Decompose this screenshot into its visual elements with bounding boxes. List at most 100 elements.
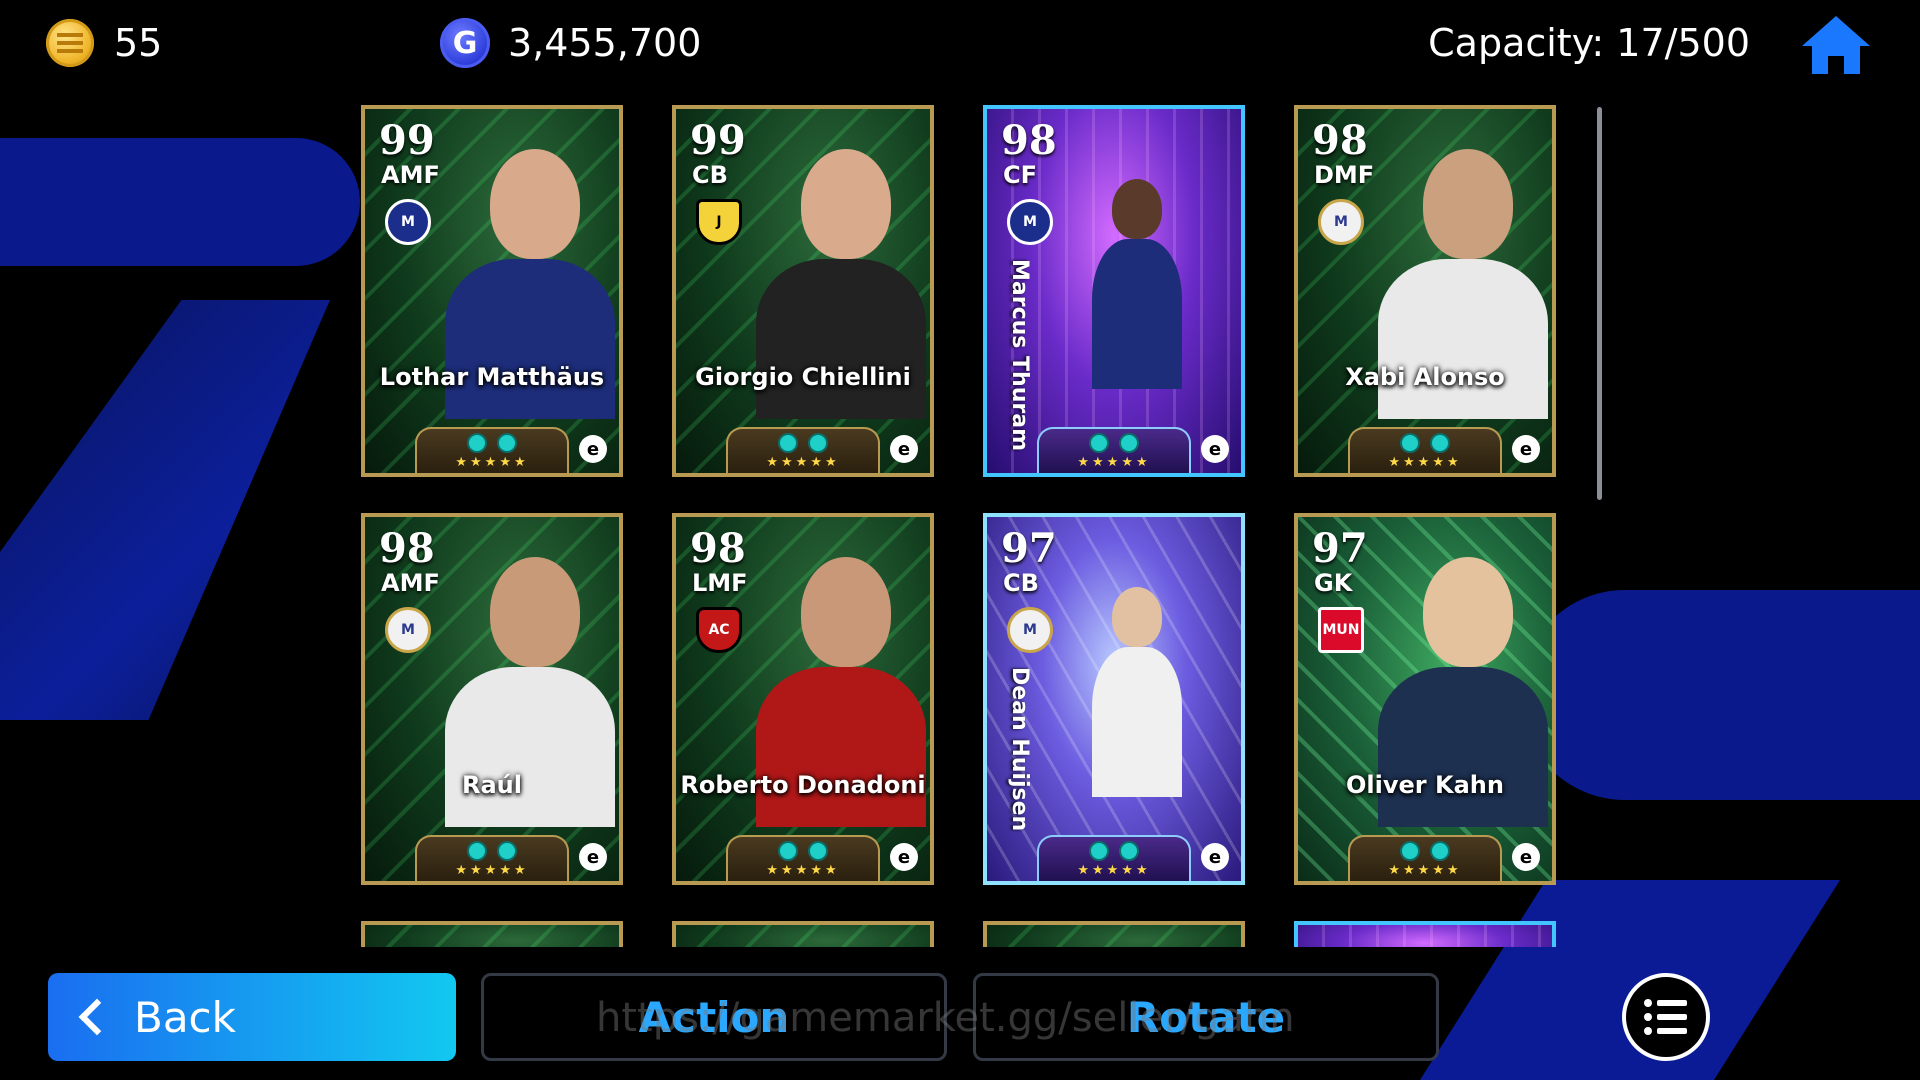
club-badge-icon: AC: [696, 607, 742, 653]
coins-value: 55: [114, 21, 163, 65]
skill-icon: [1400, 433, 1420, 453]
rotate-button[interactable]: Rotate: [973, 973, 1439, 1061]
skill-icon: [1119, 841, 1139, 861]
skill-icons: [778, 433, 828, 453]
card-position: AMF: [381, 161, 440, 189]
card-plaque: ★★★★★: [1348, 835, 1502, 881]
star-rating: ★★★★★: [766, 863, 840, 878]
card-plaque: ★★★★★: [1037, 835, 1191, 881]
player-body: [1092, 647, 1182, 797]
menu-button[interactable]: [1622, 973, 1710, 1061]
ecoin-icon: [46, 19, 94, 67]
star-rating: ★★★★★: [455, 455, 529, 470]
chevron-left-icon: [78, 998, 116, 1036]
player-portrait: [1112, 587, 1162, 647]
home-icon[interactable]: [1800, 14, 1872, 76]
efootball-logo-icon: e: [1201, 435, 1229, 463]
club-badge-icon: M: [1007, 199, 1053, 245]
star-rating: ★★★★★: [766, 455, 840, 470]
player-body: [445, 667, 615, 827]
skill-icons: [1089, 433, 1139, 453]
gp-icon: G: [440, 18, 490, 68]
player-portrait: [1423, 557, 1513, 667]
card-plaque: ★★★★★: [1037, 427, 1191, 473]
skill-icon: [778, 841, 798, 861]
card-position: LMF: [692, 569, 748, 597]
player-card[interactable]: 99 CB J Giorgio Chiellini ★★★★★ e: [672, 105, 934, 477]
card-player-name: Dean Huijsen: [1007, 667, 1032, 832]
club-badge-icon: MUN: [1318, 607, 1364, 653]
card-position: DMF: [1314, 161, 1375, 189]
gp-display: G 3,455,700: [440, 18, 701, 68]
player-card[interactable]: 98 AMF M Raúl ★★★★★ e: [361, 513, 623, 885]
card-rating: 98: [1001, 117, 1057, 164]
skill-icon: [1430, 841, 1450, 861]
player-card[interactable]: 97 GK MUN Oliver Kahn ★★★★★ e: [1294, 513, 1556, 885]
skill-icons: [778, 841, 828, 861]
player-portrait: [1423, 149, 1513, 259]
efootball-logo-icon: e: [1512, 843, 1540, 871]
card-plaque: ★★★★★: [415, 427, 569, 473]
card-position: CB: [692, 161, 728, 189]
skill-icon: [497, 841, 517, 861]
club-badge-icon: M: [1007, 607, 1053, 653]
card-player-name: Raúl: [462, 771, 522, 799]
skill-icons: [467, 841, 517, 861]
scrollbar[interactable]: [1597, 107, 1602, 500]
club-badge-icon: M: [385, 607, 431, 653]
back-button[interactable]: Back: [48, 973, 456, 1061]
card-player-name: Lothar Matthäus: [379, 363, 605, 391]
card-plaque: ★★★★★: [726, 835, 880, 881]
player-card[interactable]: 98 DMF M Xabi Alonso ★★★★★ e: [1294, 105, 1556, 477]
skill-icons: [1400, 841, 1450, 861]
player-card-partial[interactable]: [672, 921, 934, 947]
player-card[interactable]: 99 AMF M Lothar Matthäus ★★★★★ e: [361, 105, 623, 477]
card-plaque: ★★★★★: [415, 835, 569, 881]
club-badge-icon: M: [385, 199, 431, 245]
skill-icon: [778, 433, 798, 453]
card-rating: 99: [690, 117, 746, 164]
efootball-logo-icon: e: [1201, 843, 1229, 871]
player-body: [756, 259, 926, 419]
bg-decoration: [0, 138, 360, 266]
card-rating: 98: [690, 525, 746, 572]
star-rating: ★★★★★: [1388, 455, 1462, 470]
card-rating: 98: [1312, 117, 1368, 164]
list-menu-icon: [1644, 999, 1687, 1035]
player-card[interactable]: 98 CF M Marcus Thuram ★★★★★ e: [983, 105, 1245, 477]
card-plaque: ★★★★★: [1348, 427, 1502, 473]
card-rating: 98: [379, 525, 435, 572]
star-rating: ★★★★★: [1077, 863, 1151, 878]
action-label: Action: [638, 992, 790, 1042]
player-portrait: [490, 557, 580, 667]
bg-decoration: [0, 300, 330, 720]
card-position: CF: [1003, 161, 1038, 189]
skill-icon: [467, 433, 487, 453]
action-button[interactable]: Action: [481, 973, 947, 1061]
skill-icons: [1400, 433, 1450, 453]
star-rating: ★★★★★: [455, 863, 529, 878]
skill-icon: [1119, 433, 1139, 453]
skill-icons: [467, 433, 517, 453]
gp-value: 3,455,700: [508, 21, 702, 65]
player-body: [1378, 667, 1548, 827]
club-badge-icon: M: [1318, 199, 1364, 245]
player-card-grid[interactable]: 99 AMF M Lothar Matthäus ★★★★★ e 99 CB J Giorgio …: [361, 105, 1561, 947]
card-plaque: ★★★★★: [726, 427, 880, 473]
card-position: CB: [1003, 569, 1039, 597]
skill-icon: [1089, 841, 1109, 861]
player-card[interactable]: 97 CB M Dean Huijsen ★★★★★ e: [983, 513, 1245, 885]
player-card-partial[interactable]: [361, 921, 623, 947]
card-player-name: Marcus Thuram: [1007, 259, 1032, 451]
back-label: Back: [134, 992, 236, 1042]
player-card[interactable]: 98 LMF AC Roberto Donadoni ★★★★★ e: [672, 513, 934, 885]
bg-decoration: [1520, 590, 1920, 800]
skill-icon: [497, 433, 517, 453]
player-card-partial[interactable]: [983, 921, 1245, 947]
player-card-partial[interactable]: [1294, 921, 1556, 947]
skill-icons: [1089, 841, 1139, 861]
star-rating: ★★★★★: [1077, 455, 1151, 470]
efootball-logo-icon: e: [890, 843, 918, 871]
player-body: [445, 259, 615, 419]
skill-icon: [467, 841, 487, 861]
